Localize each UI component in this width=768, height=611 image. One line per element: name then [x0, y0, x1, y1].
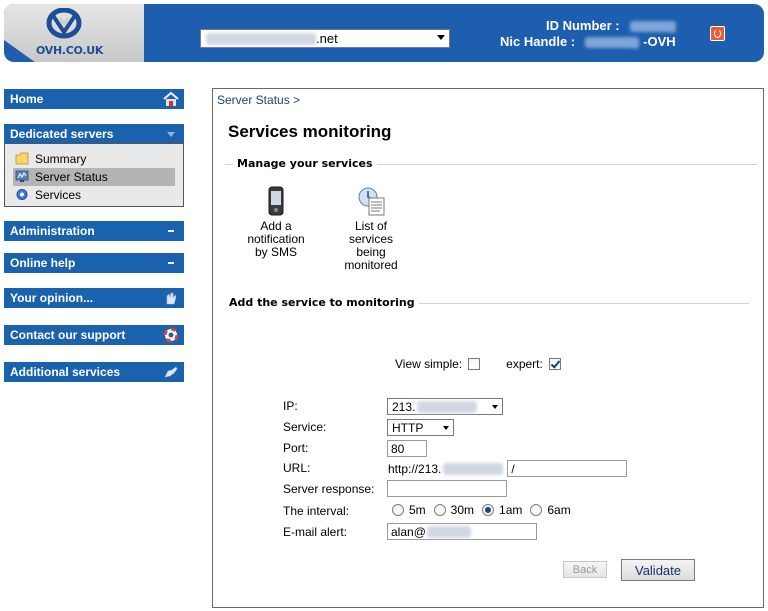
- monitor-icon: [15, 170, 29, 182]
- validate-button[interactable]: Validate: [621, 559, 695, 581]
- url-label: URL:: [283, 461, 311, 475]
- sidebar-item-label: Contact our support: [10, 328, 126, 342]
- id-number-redacted: x: [629, 20, 676, 36]
- submenu-item-label: Services: [35, 188, 82, 202]
- expert-checkbox[interactable]: [548, 358, 561, 370]
- radio-button[interactable]: [530, 504, 543, 516]
- interval-radio-group: 5m 30m 1am 6am: [392, 503, 579, 517]
- radio-button-selected[interactable]: [482, 504, 495, 516]
- port-input[interactable]: 80: [387, 440, 427, 457]
- sidebar-item-label: Online help: [10, 256, 76, 270]
- sidebar-item-home[interactable]: Home: [4, 89, 184, 109]
- lifebuoy-icon: [163, 327, 179, 343]
- ip-value-prefix: 213.: [392, 399, 416, 414]
- collapse-icon: [168, 230, 174, 232]
- service-select[interactable]: HTTP: [387, 419, 454, 436]
- submenu-item-label: Summary: [35, 152, 87, 166]
- interval-option-label: 6am: [547, 503, 571, 517]
- ip-value-redacted: x: [417, 400, 478, 415]
- breadcrumb[interactable]: Server Status >: [217, 93, 300, 107]
- top-header: OVH.CO.UK x .net ID Number : x Nic Handl…: [4, 4, 764, 62]
- sidebar-item-additional-services[interactable]: Additional services: [4, 362, 184, 382]
- view-mode-toggle: View simple: expert:: [395, 357, 561, 371]
- sidebar-item-dedicated-servers[interactable]: Dedicated servers: [4, 124, 184, 144]
- service-value: HTTP: [392, 420, 424, 435]
- interval-option-label: 30m: [450, 503, 475, 517]
- add-sms-notification-tile[interactable]: Add a notification by SMS: [236, 186, 316, 259]
- submenu-item-services[interactable]: Services: [13, 186, 175, 204]
- chevron-down-icon: [492, 405, 498, 409]
- submenu-item-summary[interactable]: Summary: [13, 150, 175, 168]
- hand-icon: [166, 292, 177, 305]
- domain-name-redacted: x: [206, 32, 316, 48]
- sidebar-item-label: Home: [10, 92, 44, 106]
- sidebar-item-your-opinion[interactable]: Your opinion...: [4, 288, 184, 308]
- email-alert-label: E-mail alert:: [283, 525, 348, 539]
- sidebar-item-contact-support[interactable]: Contact our support: [4, 325, 184, 345]
- interval-option-6am[interactable]: 6am: [530, 503, 571, 517]
- add-service-heading: Add the service to monitoring: [225, 296, 419, 309]
- url-prefix: http://213.: [388, 461, 442, 476]
- main-panel: Server Status > Services monitoring Mana…: [212, 88, 764, 608]
- nic-handle-suffix: -OVH: [643, 34, 676, 49]
- url-host-redacted: x: [443, 462, 504, 477]
- id-number-label: ID Number :: [545, 18, 620, 33]
- sidebar-item-online-help[interactable]: Online help: [4, 253, 184, 273]
- email-domain-redacted: x: [426, 525, 471, 540]
- gear-icon: [16, 189, 28, 200]
- radio-button[interactable]: [433, 504, 446, 516]
- server-response-input[interactable]: [387, 480, 507, 497]
- interval-option-1am[interactable]: 1am: [482, 503, 522, 517]
- chevron-down-icon: [437, 35, 445, 40]
- monitored-services-list-tile[interactable]: List of services being monitored: [331, 186, 411, 272]
- ovh-logo-icon[interactable]: [44, 8, 84, 42]
- ip-select[interactable]: 213. x: [387, 398, 503, 415]
- view-simple-checkbox[interactable]: [468, 358, 481, 370]
- chevron-down-icon: [443, 426, 449, 430]
- logo-text: OVH.CO.UK: [36, 44, 104, 57]
- sidebar-item-label: Administration: [10, 224, 95, 238]
- interval-option-label: 1am: [499, 503, 523, 517]
- domain-suffix: .net: [316, 31, 338, 46]
- view-simple-label: View simple:: [395, 357, 463, 371]
- url-path-input[interactable]: /: [507, 460, 628, 477]
- service-label: Service:: [283, 420, 327, 434]
- tile-label-line: monitored: [344, 258, 398, 272]
- server-response-label: Server response:: [283, 482, 375, 496]
- folder-icon: [15, 152, 29, 165]
- interval-option-label: 5m: [409, 503, 426, 517]
- interval-option-5m[interactable]: 5m: [392, 503, 426, 517]
- submenu-item-label: Server Status: [35, 170, 108, 184]
- email-value-prefix: alan@: [391, 524, 426, 539]
- ip-label: IP:: [283, 399, 298, 413]
- domain-select[interactable]: x .net: [200, 29, 450, 48]
- page-title: Services monitoring: [228, 122, 392, 141]
- phone-icon: [268, 186, 284, 216]
- hand-plus-icon: [164, 366, 178, 378]
- port-label: Port:: [283, 441, 309, 455]
- collapse-icon: [168, 262, 174, 264]
- email-alert-input[interactable]: alan@ x: [387, 523, 537, 540]
- power-icon[interactable]: [710, 26, 725, 41]
- tile-label-line: by SMS: [254, 245, 297, 259]
- radio-button[interactable]: [392, 504, 404, 516]
- house-icon: [163, 91, 179, 106]
- account-ids: ID Number : x Nic Handle : x -OVH: [500, 18, 676, 52]
- back-button[interactable]: Back: [563, 561, 607, 578]
- sidebar-item-administration[interactable]: Administration: [4, 221, 184, 241]
- submenu-item-server-status[interactable]: Server Status: [13, 168, 175, 186]
- dedicated-servers-submenu: Summary Server Status Services: [4, 143, 184, 207]
- manage-services-heading: Manage your services: [233, 157, 377, 170]
- expert-label: expert:: [506, 357, 543, 371]
- sidebar-item-label: Dedicated servers: [10, 127, 114, 141]
- interval-label: The interval:: [283, 504, 350, 518]
- nic-handle-label: Nic Handle :: [500, 34, 576, 49]
- document-list-icon: [358, 187, 385, 216]
- sidebar-item-label: Your opinion...: [10, 291, 94, 305]
- interval-option-30m[interactable]: 30m: [433, 503, 475, 517]
- sidebar-item-label: Additional services: [10, 365, 121, 379]
- chevron-down-icon: [167, 132, 175, 137]
- nic-handle-redacted: x: [585, 36, 640, 52]
